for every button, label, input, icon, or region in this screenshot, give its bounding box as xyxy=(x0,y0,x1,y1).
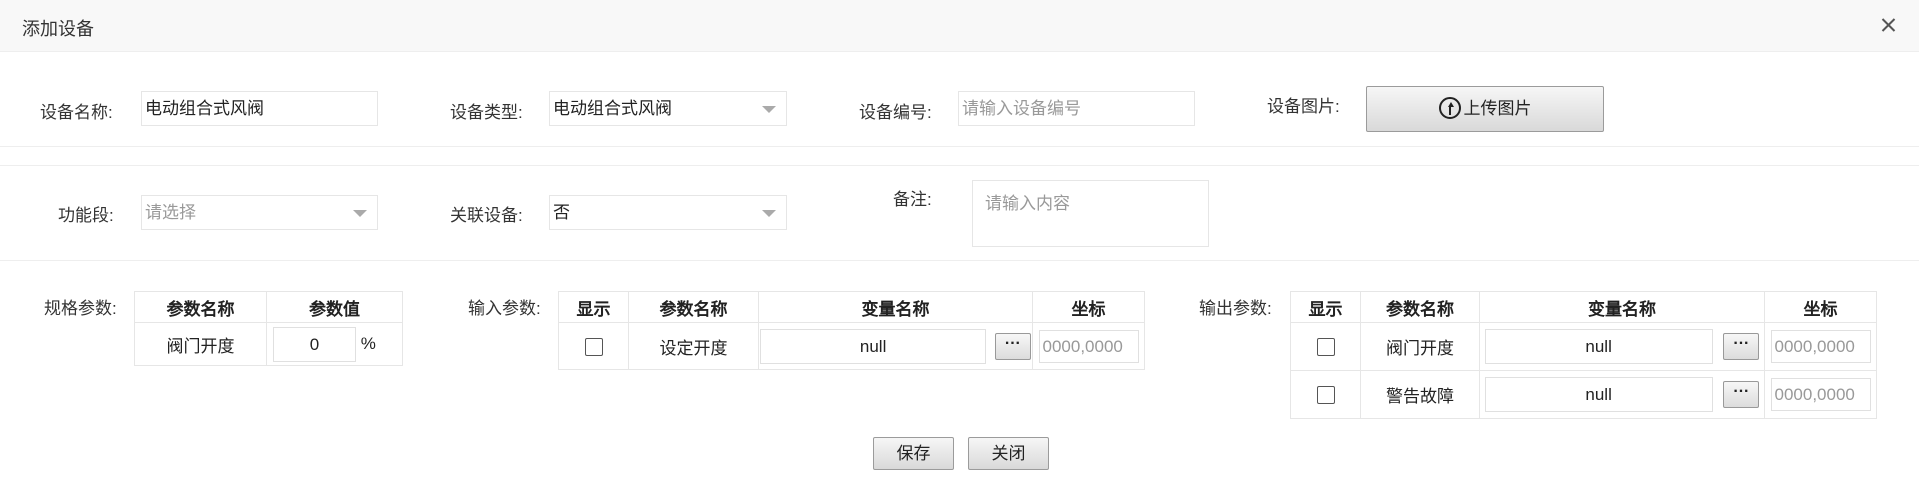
column-header: 参数名称 xyxy=(628,291,759,323)
column-header: 参数值 xyxy=(266,291,403,323)
show-cell xyxy=(558,322,629,370)
param-name-cell: 警告故障 xyxy=(1360,370,1480,419)
chevron-down-icon xyxy=(353,210,367,217)
output-params-table: 显示 参数名称 变量名称 坐标 阀门开度 null ··· 0000,0000 … xyxy=(1290,291,1877,419)
table-header-row: 参数名称 参数值 xyxy=(134,291,403,323)
add-device-dialog: 添加设备 设备名称: 电动组合式风阀 设备类型: 电动组合式风阀 设备编号: 请… xyxy=(0,0,1919,487)
device-type-value: 电动组合式风阀 xyxy=(553,99,672,118)
device-image-label: 设备图片: xyxy=(1267,97,1340,116)
column-header: 参数名称 xyxy=(1360,291,1480,323)
input-params-table: 显示 参数名称 变量名称 坐标 设定开度 null ··· 0000,0000 xyxy=(558,291,1145,370)
divider xyxy=(0,260,1919,261)
device-name-input[interactable]: 电动组合式风阀 xyxy=(141,91,378,126)
divider xyxy=(0,165,1919,166)
param-name-cell: 设定开度 xyxy=(628,322,759,370)
coord-cell: 0000,0000 xyxy=(1764,370,1877,419)
save-button[interactable]: 保存 xyxy=(873,437,954,470)
chevron-down-icon xyxy=(762,106,776,113)
table-row: 阀门开度 null ··· 0000,0000 xyxy=(1290,322,1877,371)
show-checkbox[interactable] xyxy=(1316,338,1335,357)
table-row: 警告故障 null ··· 0000,0000 xyxy=(1290,370,1877,419)
variable-input[interactable]: null xyxy=(760,328,987,364)
input-params-label: 输入参数: xyxy=(468,299,541,318)
variable-cell: null ··· xyxy=(1479,322,1765,371)
column-header: 坐标 xyxy=(1764,291,1877,323)
select-variable-button[interactable]: ··· xyxy=(994,332,1031,360)
param-unit: % xyxy=(360,333,376,353)
spec-params-table: 参数名称 参数值 阀门开度 0 % xyxy=(134,291,403,366)
remark-textarea[interactable]: 请输入内容 xyxy=(972,180,1209,247)
param-value-cell: 0 % xyxy=(266,322,403,366)
column-header: 参数名称 xyxy=(134,291,267,323)
output-params-label: 输出参数: xyxy=(1199,299,1272,318)
dialog-title: 添加设备 xyxy=(22,19,94,39)
linked-device-select[interactable]: 否 xyxy=(549,195,787,230)
upload-icon xyxy=(1438,97,1461,119)
param-name-cell: 阀门开度 xyxy=(134,322,267,366)
column-header: 变量名称 xyxy=(758,291,1033,323)
dialog-titlebar: 添加设备 xyxy=(0,0,1919,52)
remark-label: 备注: xyxy=(893,190,932,209)
select-variable-button[interactable]: ··· xyxy=(1723,333,1760,360)
table-header-row: 显示 参数名称 变量名称 坐标 xyxy=(558,291,1145,323)
column-header: 显示 xyxy=(558,291,629,323)
variable-cell: null ··· xyxy=(1479,370,1765,419)
coord-input[interactable]: 0000,0000 xyxy=(1770,330,1871,363)
variable-input[interactable]: null xyxy=(1484,329,1713,364)
function-section-placeholder: 请选择 xyxy=(145,203,196,222)
coord-cell: 0000,0000 xyxy=(1032,322,1145,370)
device-code-input[interactable]: 请输入设备编号 xyxy=(958,91,1195,126)
show-checkbox[interactable] xyxy=(584,337,603,356)
table-row: 阀门开度 0 % xyxy=(134,322,403,366)
chevron-down-icon xyxy=(762,210,776,217)
function-section-label: 功能段: xyxy=(58,206,114,225)
param-name-cell: 阀门开度 xyxy=(1360,322,1480,371)
variable-input[interactable]: null xyxy=(1484,377,1713,412)
function-section-select[interactable]: 请选择 xyxy=(141,195,378,230)
device-type-label: 设备类型: xyxy=(450,103,523,122)
divider xyxy=(0,146,1919,147)
device-code-label: 设备编号: xyxy=(859,103,932,122)
coord-input[interactable]: 0000,0000 xyxy=(1770,378,1871,411)
variable-cell: null ··· xyxy=(758,322,1033,370)
column-header: 坐标 xyxy=(1032,291,1145,323)
show-checkbox[interactable] xyxy=(1316,386,1335,405)
close-icon[interactable] xyxy=(1873,10,1903,40)
device-name-label: 设备名称: xyxy=(40,103,113,122)
param-value-input[interactable]: 0 xyxy=(273,326,356,362)
show-cell xyxy=(1290,322,1361,371)
linked-device-label: 关联设备: xyxy=(450,206,523,225)
linked-device-value: 否 xyxy=(553,203,570,222)
column-header: 显示 xyxy=(1290,291,1361,323)
close-button[interactable]: 关闭 xyxy=(968,437,1049,470)
spec-params-label: 规格参数: xyxy=(44,299,117,318)
upload-image-label: 上传图片 xyxy=(1463,99,1532,118)
select-variable-button[interactable]: ··· xyxy=(1723,381,1760,408)
table-row: 设定开度 null ··· 0000,0000 xyxy=(558,322,1145,370)
coord-cell: 0000,0000 xyxy=(1764,322,1877,371)
show-cell xyxy=(1290,370,1361,419)
table-header-row: 显示 参数名称 变量名称 坐标 xyxy=(1290,291,1877,323)
upload-image-button[interactable]: 上传图片 xyxy=(1366,86,1604,132)
column-header: 变量名称 xyxy=(1479,291,1765,323)
coord-input[interactable]: 0000,0000 xyxy=(1038,329,1139,363)
device-type-select[interactable]: 电动组合式风阀 xyxy=(549,91,787,126)
